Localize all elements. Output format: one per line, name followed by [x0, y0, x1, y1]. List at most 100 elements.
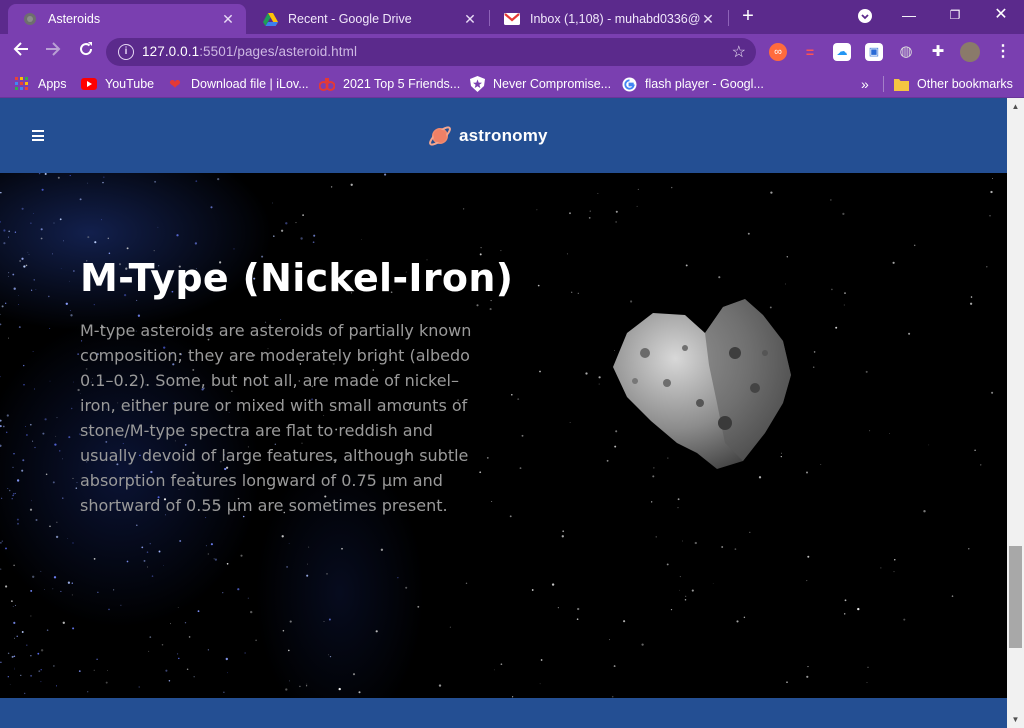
scroll-down-arrow-icon[interactable]: ▼	[1007, 711, 1024, 728]
star	[807, 666, 809, 668]
star	[13, 287, 16, 290]
star	[671, 186, 673, 189]
apps-grid-icon	[14, 76, 30, 92]
star	[12, 466, 14, 469]
star	[500, 663, 503, 666]
star	[328, 654, 330, 656]
star	[55, 435, 57, 437]
star	[493, 669, 495, 671]
star	[449, 626, 451, 628]
extension-cloud-icon[interactable]: ☁	[833, 43, 851, 61]
address-bar[interactable]: i 127.0.0.1:5501/pages/asteroid.html ☆	[106, 38, 756, 66]
star	[747, 232, 750, 235]
star	[288, 543, 290, 544]
forward-button[interactable]	[41, 40, 65, 64]
star	[37, 652, 40, 655]
bookmark-flash-player[interactable]: flash player - Googl...	[621, 76, 764, 92]
star	[93, 669, 95, 671]
close-icon[interactable]: ✕	[220, 11, 236, 28]
extension-screen-icon[interactable]: ▣	[865, 43, 883, 61]
star	[786, 256, 788, 258]
info-icon[interactable]: i	[118, 44, 134, 60]
star	[812, 366, 815, 368]
asteroid-image	[613, 299, 791, 469]
star	[562, 530, 565, 533]
tab-search-button[interactable]	[851, 4, 879, 28]
site-logo[interactable]: astronomy	[427, 122, 548, 150]
star	[53, 576, 57, 579]
star	[62, 240, 64, 242]
star	[14, 668, 15, 670]
bookmarks-overflow-button[interactable]: »	[861, 76, 869, 92]
bookmark-ilovepdf[interactable]: ❤ Download file | iLov...	[167, 76, 309, 92]
star	[14, 492, 16, 494]
star	[685, 264, 688, 267]
bookmark-star-icon[interactable]: ☆	[732, 42, 746, 62]
star	[844, 292, 846, 294]
bookmark-youtube[interactable]: YouTube	[81, 76, 154, 92]
hamburger-menu-icon[interactable]	[32, 130, 44, 141]
star	[148, 650, 150, 652]
star	[11, 600, 13, 602]
window-close-button[interactable]: ✕	[987, 4, 1015, 28]
star	[597, 193, 599, 194]
tab-google-drive[interactable]: Recent - Google Drive ✕	[248, 4, 488, 34]
menu-kebab-icon[interactable]: ⋮	[994, 43, 1012, 61]
minimize-button[interactable]: —	[895, 4, 923, 28]
star	[158, 550, 161, 553]
bookmark-apps[interactable]: Apps	[14, 76, 67, 92]
close-icon[interactable]: ✕	[700, 11, 716, 28]
other-bookmarks[interactable]: Other bookmarks	[893, 76, 1013, 92]
star	[17, 522, 19, 525]
star	[989, 215, 991, 217]
star	[45, 473, 48, 476]
star	[588, 217, 591, 219]
extension-infinity-icon[interactable]: ∞	[769, 43, 787, 61]
star	[107, 670, 108, 672]
star	[380, 548, 384, 551]
star	[16, 518, 19, 521]
star	[23, 364, 25, 367]
star	[375, 630, 378, 633]
new-tab-button[interactable]: +	[738, 6, 758, 28]
star	[281, 535, 284, 538]
scroll-thumb[interactable]	[1009, 546, 1022, 648]
star	[806, 675, 809, 678]
star	[205, 545, 207, 547]
star	[126, 560, 129, 563]
back-button[interactable]	[9, 40, 33, 64]
star	[72, 477, 74, 479]
star	[615, 210, 618, 213]
star	[785, 283, 786, 285]
tab-asteroids[interactable]: Asteroids ✕	[8, 4, 246, 34]
reload-button[interactable]	[74, 40, 98, 64]
avatar[interactable]	[960, 42, 980, 62]
extension-equals-icon[interactable]: =	[801, 43, 819, 61]
star	[44, 418, 47, 421]
bookmark-never-compromise[interactable]: Never Compromise...	[469, 76, 611, 92]
section-title: M-Type (Nickel-Iron)	[80, 256, 514, 300]
star	[8, 272, 10, 274]
star	[18, 326, 21, 329]
url-text[interactable]: 127.0.0.1:5501/pages/asteroid.html	[142, 44, 357, 59]
star	[598, 376, 601, 379]
extension-globe-icon[interactable]: ◍	[897, 43, 915, 61]
restore-button[interactable]: ❐	[941, 4, 969, 28]
star	[7, 275, 9, 277]
star	[892, 261, 895, 264]
star	[0, 323, 2, 326]
scroll-up-arrow-icon[interactable]: ▲	[1007, 98, 1024, 115]
star	[18, 304, 20, 306]
star	[18, 295, 19, 297]
star	[889, 433, 890, 435]
bookmark-top-friends[interactable]: 2021 Top 5 Friends...	[319, 76, 460, 92]
youtube-icon	[81, 76, 97, 92]
star	[70, 407, 73, 410]
page-scrollbar[interactable]: ▲ ▼	[1007, 98, 1024, 728]
star	[609, 639, 611, 641]
tab-gmail[interactable]: Inbox (1,108) - muhabd0336@gm ✕	[490, 4, 726, 34]
extensions-puzzle-icon[interactable]: ✚	[929, 43, 947, 61]
star	[326, 573, 328, 575]
star	[161, 644, 164, 646]
close-icon[interactable]: ✕	[462, 11, 478, 28]
